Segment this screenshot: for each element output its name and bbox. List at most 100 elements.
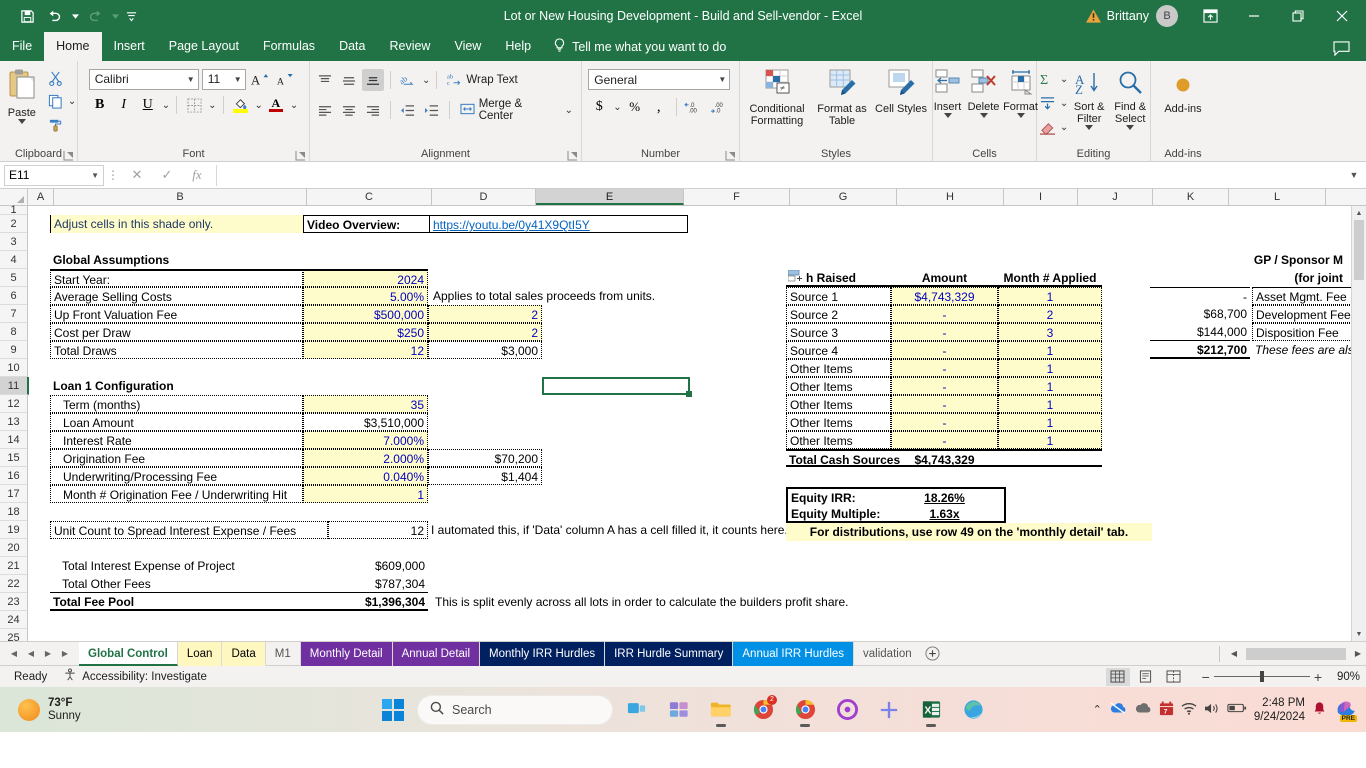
font-dialog-launcher-icon[interactable] [295, 150, 306, 161]
chevron-down-icon[interactable]: ⌄ [613, 102, 621, 113]
cell-b4-global-assumptions-title[interactable]: Global Assumptions [50, 251, 303, 269]
equity-irr-value[interactable]: 18.26% [891, 487, 998, 505]
align-bottom-icon[interactable] [362, 69, 384, 91]
cell-b11-loan-config-title[interactable]: Loan 1 Configuration [50, 377, 303, 395]
cell-c8-value[interactable]: $250 [303, 323, 428, 341]
tab-view[interactable]: View [442, 32, 493, 61]
cell-b8-label[interactable]: Cost per Draw [50, 323, 303, 341]
clipboard-dialog-launcher-icon[interactable] [63, 150, 74, 161]
chevron-down-icon[interactable]: ⌄ [1060, 74, 1068, 85]
chevron-down-icon[interactable]: ▼ [91, 171, 99, 180]
insert-cells-button[interactable]: Insert [931, 64, 965, 118]
cell-d7-value[interactable]: 2 [428, 305, 542, 323]
equity-multiple-value[interactable]: 1.63x [891, 505, 998, 523]
font-size-input[interactable]: 11 ▼ [201, 68, 246, 90]
distribution-note[interactable]: For distributions, use row 49 on the 'mo… [786, 523, 1152, 541]
chevron-down-icon[interactable]: ▼ [712, 75, 726, 84]
increase-decimal-icon[interactable]: .0.00 [683, 96, 707, 118]
borders-icon[interactable] [183, 94, 205, 116]
cash-source-row-amount[interactable]: - [891, 323, 998, 341]
row-header-20[interactable]: 20 [0, 539, 27, 557]
active-cell-e11[interactable] [542, 377, 692, 397]
last-sheet-icon[interactable]: ▶ [57, 645, 73, 663]
italic-icon[interactable]: I [113, 94, 135, 116]
increase-indent-icon[interactable] [421, 99, 443, 121]
tab-page-layout[interactable]: Page Layout [157, 32, 251, 61]
equity-multiple-label[interactable]: Equity Multiple: [786, 505, 891, 523]
weather-widget[interactable]: 73°F Sunny [0, 697, 81, 723]
chevron-down-icon[interactable]: ⌄ [565, 105, 573, 116]
comments-icon[interactable] [1326, 35, 1356, 61]
page-break-preview-icon[interactable] [1162, 668, 1186, 686]
cash-source-row-amount[interactable]: - [891, 359, 998, 377]
format-cells-button[interactable]: Format [1003, 64, 1039, 118]
comma-icon[interactable]: , [648, 96, 670, 118]
vertical-scrollbar[interactable]: ▲ ▼ [1351, 206, 1366, 641]
grow-font-icon[interactable]: A [249, 68, 271, 90]
cell-c14-value[interactable]: 7.000% [303, 431, 428, 449]
cash-source-row-amount[interactable]: - [891, 395, 998, 413]
file-explorer-icon[interactable] [706, 695, 736, 725]
cell-c21-value[interactable]: $609,000 [303, 557, 428, 575]
restore-icon[interactable] [1276, 0, 1320, 32]
column-header-f[interactable]: F [684, 189, 790, 205]
add-sheet-icon[interactable] [921, 646, 945, 661]
next-sheet-icon[interactable]: ▶ [40, 645, 56, 663]
undo-icon[interactable] [42, 4, 68, 28]
chevron-down-icon[interactable]: ▼ [181, 75, 195, 84]
decrease-decimal-icon[interactable]: .00.0 [709, 96, 733, 118]
cell-c9-value[interactable]: 12 [303, 341, 428, 359]
cell-d23-total-note[interactable]: This is split evenly across all lots in … [432, 593, 992, 611]
cash-source-row-label[interactable]: Source 1 [786, 287, 891, 305]
row-header-9[interactable]: 9 [0, 341, 27, 359]
cash-sources-header-amount[interactable]: Amount [891, 269, 998, 287]
row-header-7[interactable]: 7 [0, 305, 27, 323]
font-color-icon[interactable]: A [265, 94, 287, 116]
cash-source-row-month[interactable]: 1 [998, 431, 1102, 449]
cash-source-row-month[interactable]: 1 [998, 395, 1102, 413]
sort-filter-button[interactable]: AZ Sort & Filter [1069, 66, 1109, 130]
excel-icon[interactable]: X [916, 695, 946, 725]
insert-options-icon[interactable] [787, 269, 803, 284]
scroll-up-icon[interactable]: ▲ [1352, 206, 1366, 220]
tab-insert[interactable]: Insert [102, 32, 157, 61]
column-header-a[interactable]: A [28, 189, 54, 205]
bold-icon[interactable]: B [89, 94, 111, 116]
clear-icon[interactable] [1037, 116, 1059, 138]
cell-c12-value[interactable]: 35 [303, 395, 428, 413]
cut-icon[interactable] [45, 67, 67, 89]
autosum-icon[interactable]: Σ [1037, 68, 1059, 90]
row-header-24[interactable]: 24 [0, 611, 27, 629]
gp-sponsor-row-label[interactable]: Asset Mgmt. Fee [1252, 287, 1366, 305]
cash-source-row-month[interactable]: 1 [998, 413, 1102, 431]
normal-view-icon[interactable] [1105, 667, 1130, 686]
taskbar-clock[interactable]: 2:48 PM 9/24/2024 [1254, 696, 1305, 724]
row-header-14[interactable]: 14 [0, 431, 27, 449]
hscroll-left-icon[interactable]: ◀ [1226, 649, 1242, 658]
page-layout-icon[interactable] [1134, 668, 1158, 686]
cash-source-row-label[interactable]: Other Items [786, 413, 891, 431]
cash-sources-header-month[interactable]: Month # Applied [998, 269, 1102, 287]
sheet-tab-global-control[interactable]: Global Control [79, 641, 178, 666]
fill-icon[interactable] [1037, 92, 1059, 114]
row-header-2[interactable]: 2 [0, 215, 27, 233]
gp-sponsor-row-value[interactable]: $68,700 [1150, 305, 1250, 323]
close-icon[interactable] [1320, 0, 1364, 32]
cell-b22-label[interactable]: Total Other Fees [50, 575, 303, 593]
delete-cells-button[interactable]: Delete [966, 64, 1002, 118]
row-header-3[interactable]: 3 [0, 233, 27, 251]
sheet-tab-irr-hurdle-summary[interactable]: IRR Hurdle Summary [605, 641, 734, 666]
zoom-in-icon[interactable]: + [1314, 669, 1322, 685]
row-header-25[interactable]: 25 [0, 629, 27, 641]
row-header-4[interactable]: 4 [0, 251, 27, 269]
user-name[interactable]: Brittany [1107, 9, 1156, 23]
insert-function-icon[interactable]: fx [182, 164, 212, 186]
chrome-icon[interactable]: 2 [748, 694, 778, 725]
gp-sponsor-row-label[interactable]: Development Fee [1252, 305, 1366, 323]
cash-source-row-label[interactable]: Source 2 [786, 305, 891, 323]
cash-source-row-amount[interactable]: $4,743,329 [891, 287, 998, 305]
merge-center-button[interactable]: Merge & Center ⌄ [456, 96, 577, 124]
accessibility-status[interactable]: Accessibility: Investigate [55, 668, 215, 685]
cell-b15-label[interactable]: Origination Fee [50, 449, 303, 467]
cell-b12-label[interactable]: Term (months) [50, 395, 303, 413]
